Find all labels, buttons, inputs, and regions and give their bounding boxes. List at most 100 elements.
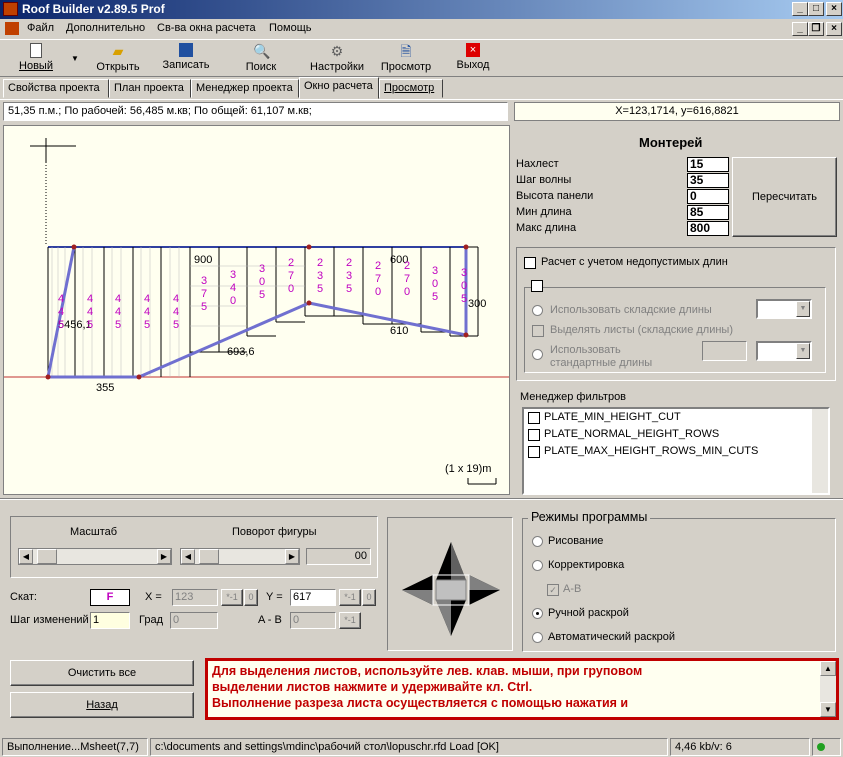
drawing-canvas[interactable]: 900 600 610 300 693,6 355 5456,1 4454454… (3, 125, 510, 495)
new-dropdown-icon[interactable]: ▼ (71, 54, 79, 63)
y-zero-button[interactable]: 0 (362, 589, 376, 606)
filter-item[interactable]: PLATE_MIN_HEIGHT_CUT (544, 411, 681, 423)
open-button[interactable]: ▰ Открыть (92, 42, 144, 76)
filter-item[interactable]: PLATE_MAX_HEIGHT_ROWS_MIN_CUTS (544, 445, 758, 457)
menu-help[interactable]: Помощь (269, 22, 312, 34)
mode-manual-label: Ручной раскрой (548, 607, 629, 619)
new-button[interactable]: Новый (16, 42, 56, 76)
scale-label: (1 x 19)m (445, 463, 491, 475)
use-stock-label: Использовать складские длины (550, 304, 712, 316)
tab-project-props[interactable]: Свойства проекта (3, 79, 109, 98)
minlen-field[interactable]: 85 (687, 205, 729, 220)
tab-project-plan[interactable]: План проекта (109, 79, 191, 98)
maxlen-field[interactable]: 800 (687, 221, 729, 236)
y-field[interactable]: 617 (290, 589, 336, 606)
use-std-label-2: стандартные длины (550, 357, 653, 369)
minimize-button[interactable]: _ (792, 2, 808, 16)
sheet-length-digit: 0 (404, 286, 410, 298)
ab-field[interactable]: 0 (290, 612, 336, 629)
exit-icon: × (466, 43, 480, 57)
tab-calc-window[interactable]: Окно расчета (299, 77, 379, 99)
highlight-checkbox[interactable] (532, 325, 544, 337)
filters-list[interactable]: PLATE_MIN_HEIGHT_CUT PLATE_NORMAL_HEIGHT… (522, 407, 830, 495)
status-indicator (812, 738, 841, 756)
std-length-field[interactable] (702, 341, 747, 361)
invalid-lengths-checkbox[interactable] (524, 257, 536, 269)
scale-slider[interactable]: ◀ ▶ (18, 548, 172, 565)
exit-button[interactable]: × Выход (454, 42, 492, 76)
center-pad[interactable] (435, 579, 467, 601)
save-button[interactable]: Записать (158, 42, 214, 76)
roof-drawing[interactable]: 900 600 610 300 693,6 355 5456,1 4454454… (4, 126, 510, 495)
scroll-up-icon[interactable]: ▲ (820, 661, 836, 676)
stock-combo[interactable]: ▼ (756, 299, 812, 319)
message-scrollbar[interactable]: ▲ ▼ (820, 661, 836, 717)
status-progress: Выполнение...Msheet(7,7) (2, 738, 148, 756)
std-combo[interactable]: ▼ (756, 341, 812, 361)
step-field[interactable]: 1 (90, 612, 130, 629)
sheet-length-digit: 7 (404, 273, 410, 285)
filter-checkbox[interactable] (528, 446, 540, 458)
clear-all-button[interactable]: Очистить все (10, 660, 194, 686)
scroll-down-icon[interactable]: ▼ (820, 702, 836, 717)
preview-button[interactable]: 🗎 Просмотр (379, 42, 433, 76)
menu-extra[interactable]: Дополнительно (66, 22, 145, 34)
mode-correct-radio[interactable] (532, 560, 543, 571)
recalc-button[interactable]: Пересчитать (732, 157, 837, 237)
scroll-left-icon[interactable]: ◀ (181, 549, 195, 564)
doc-minimize-button[interactable]: _ (792, 22, 808, 36)
doc-close-button[interactable]: × (826, 22, 842, 36)
mode-auto-radio[interactable] (532, 632, 543, 643)
sheet-length-digit: 0 (375, 286, 381, 298)
doc-restore-button[interactable]: ❐ (808, 22, 824, 36)
sheet-length-digit: 4 (144, 293, 150, 305)
x-label: X = (145, 591, 162, 603)
toolbar: Новый ▼ ▰ Открыть Записать 🔍 Поиск ⚙ Нас… (0, 39, 843, 77)
scroll-right-icon[interactable]: ▶ (285, 549, 299, 564)
sheet-length-digit: 2 (375, 260, 381, 272)
ab-invert-button[interactable]: *-1 (339, 612, 361, 629)
x-field[interactable]: 123 (172, 589, 218, 606)
filter-checkbox[interactable] (528, 429, 540, 441)
y-invert-button[interactable]: *-1 (339, 589, 361, 606)
filter-item[interactable]: PLATE_NORMAL_HEIGHT_ROWS (544, 428, 719, 440)
tab-preview[interactable]: Просмотр (379, 79, 443, 98)
use-std-radio[interactable] (532, 349, 543, 360)
sheet-length-digit: 7 (375, 273, 381, 285)
tab-project-manager[interactable]: Менеджер проекта (191, 79, 299, 98)
menu-file[interactable]: Файл (27, 22, 54, 34)
deg-label: Град (139, 614, 163, 626)
back-button[interactable]: Назад (10, 692, 194, 718)
menu-calc-props[interactable]: Св-ва окна расчета (157, 22, 256, 34)
maximize-button[interactable]: □ (808, 2, 824, 16)
mode-draw-radio[interactable] (532, 536, 543, 547)
step-label: Шаг изменений (10, 614, 89, 626)
overlap-field[interactable]: 15 (687, 157, 729, 172)
use-stock-radio[interactable] (532, 305, 543, 316)
sheet-length-digit: 7 (288, 270, 294, 282)
scroll-right-icon[interactable]: ▶ (157, 549, 171, 564)
message-line: Для выделения листов, используйте лев. к… (212, 664, 643, 678)
ab-checkbox[interactable]: ✓ (547, 584, 559, 596)
slope-field[interactable]: F (90, 589, 130, 606)
slider-thumb[interactable] (37, 549, 57, 564)
wave-field[interactable]: 35 (687, 173, 729, 188)
search-button[interactable]: 🔍 Поиск (240, 42, 282, 76)
filter-checkbox[interactable] (528, 412, 540, 424)
sheet-length-digit: 3 (461, 267, 467, 279)
coords-info: X=123,1714, y=616,8821 (514, 102, 840, 121)
sheet-length-digit: 4 (58, 293, 64, 305)
close-window-button[interactable]: × (826, 2, 842, 16)
x-zero-button[interactable]: 0 (244, 589, 258, 606)
slider-thumb[interactable] (199, 549, 219, 564)
deg-field[interactable]: 0 (170, 612, 218, 629)
rotate-slider[interactable]: ◀ ▶ (180, 548, 300, 565)
modes-title: Режимы программы (528, 510, 651, 524)
stock-group-checkbox[interactable] (531, 280, 543, 292)
x-invert-button[interactable]: *-1 (221, 589, 243, 606)
scroll-left-icon[interactable]: ◀ (19, 549, 33, 564)
settings-button[interactable]: ⚙ Настройки (308, 42, 366, 76)
mode-manual-radio[interactable] (532, 608, 543, 619)
height-field[interactable]: 0 (687, 189, 729, 204)
mode-draw-label: Рисование (548, 535, 604, 547)
